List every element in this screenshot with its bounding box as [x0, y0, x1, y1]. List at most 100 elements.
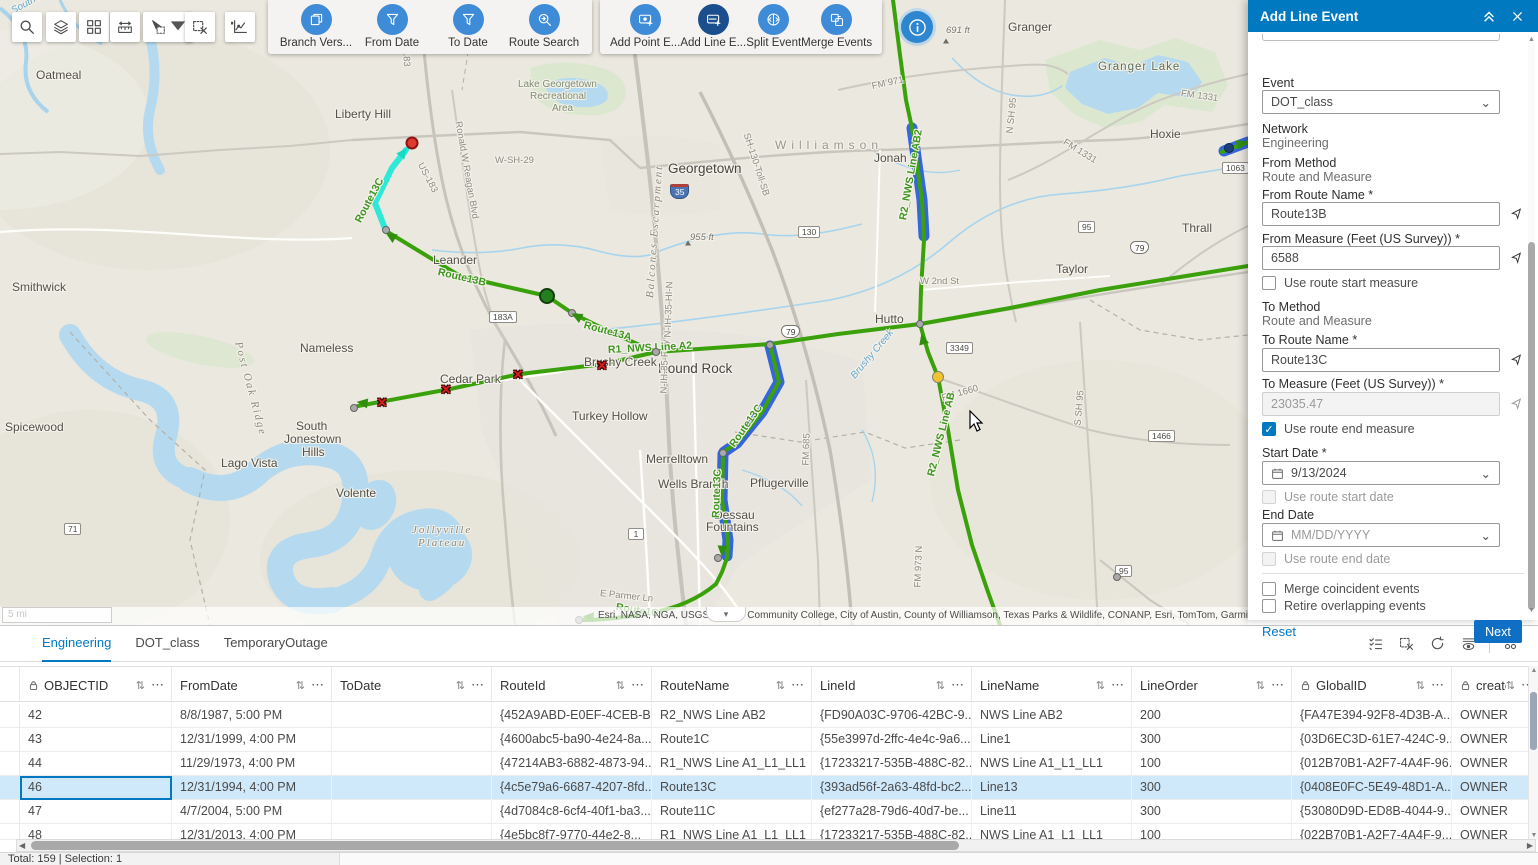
table-cell[interactable]: 12/31/1999, 4:00 PM [172, 728, 332, 752]
attribution-toggle[interactable]: ▾ [706, 607, 746, 622]
pick-measure-on-map-icon[interactable] [1506, 248, 1526, 268]
toolbar-button-add-point-e[interactable]: Add Point E... [610, 4, 680, 49]
table-cell[interactable]: 44 [20, 752, 172, 776]
table-vertical-scrollbar[interactable]: ▲ ▼ [1528, 666, 1538, 840]
table-cell[interactable]: OWNER [1452, 752, 1528, 776]
column-menu-icon[interactable]: ⋯ [951, 677, 965, 693]
info-button[interactable] [901, 11, 933, 43]
event-select[interactable]: DOT_class ⌄ [1262, 90, 1500, 114]
table-cell[interactable]: {4c5e79a6-6687-4207-8fd... [492, 776, 652, 800]
sort-icon[interactable]: ⇅ [1096, 679, 1105, 692]
scroll-left-icon[interactable]: ◀ [19, 841, 25, 850]
sort-icon[interactable]: ⇅ [136, 679, 145, 692]
column-header-lineorder[interactable]: LineOrder⇅⋯ [1132, 667, 1292, 703]
scroll-right-icon[interactable]: ▶ [1527, 841, 1533, 850]
sort-icon[interactable]: ⇅ [456, 679, 465, 692]
table-cell[interactable] [332, 704, 492, 728]
table-cell[interactable]: 43 [20, 728, 172, 752]
table-cell[interactable]: 12/31/1994, 4:00 PM [172, 776, 332, 800]
table-cell[interactable]: OWNER [1452, 704, 1528, 728]
table-cell[interactable]: {55e3997d-2ffc-4e4c-9a6... [812, 728, 972, 752]
toolbar-button-merge-events[interactable]: Merge Events [801, 4, 872, 49]
tab-dot_class[interactable]: DOT_class [135, 626, 199, 662]
table-cell[interactable]: {4e5bc8f7-9770-44e2-8... [492, 824, 652, 840]
table-cell[interactable]: {012B70B1-A2F7-4A4F-96... [1292, 752, 1452, 776]
column-header-todate[interactable]: ToDate⇅⋯ [332, 667, 492, 703]
table-cell[interactable]: {FA47E394-92F8-4D3B-A... [1292, 704, 1452, 728]
table-cell[interactable]: R1_NWS Line A1_L1_LL1 [652, 752, 812, 776]
toolbar-button-route-search[interactable]: Route Search [506, 4, 582, 49]
table-cell[interactable]: 12/31/2013, 4:00 PM [172, 824, 332, 840]
reset-button[interactable]: Reset [1262, 624, 1296, 639]
table-cell[interactable]: NWS Line AB2 [972, 704, 1132, 728]
sort-icon[interactable]: ⇅ [1506, 679, 1515, 692]
toolbar-button-from-date[interactable]: From Date [354, 4, 430, 49]
table-cell[interactable]: {ef277a28-79d6-40d7-be... [812, 800, 972, 824]
column-header-linename[interactable]: LineName⇅⋯ [972, 667, 1132, 703]
toolbar-button-add-line-e[interactable]: Add Line E... [680, 4, 746, 49]
table-cell[interactable]: {17233217-535B-488C-82... [812, 824, 972, 840]
from-route-input[interactable]: Route13B [1262, 202, 1500, 226]
table-row[interactable]: 474/7/2004, 5:00 PM{4d7084c8-6cf4-40f1-b… [0, 800, 1528, 824]
table-cell[interactable]: 42 [20, 704, 172, 728]
table-cell[interactable]: Line1 [972, 728, 1132, 752]
show-selection-button[interactable] [1362, 630, 1389, 657]
panel-scrollbar[interactable]: ▲ ▼ [1528, 36, 1535, 614]
column-menu-icon[interactable]: ⋯ [1431, 677, 1445, 693]
measure-tool-button[interactable] [110, 12, 140, 42]
column-header-lineid[interactable]: LineId⇅⋯ [812, 667, 972, 703]
table-cell[interactable]: {17233217-535B-488C-82... [812, 752, 972, 776]
table-cell[interactable]: 300 [1132, 800, 1292, 824]
table-cell[interactable]: 8/8/1987, 5:00 PM [172, 704, 332, 728]
column-header-create[interactable]: create⇅⋯ [1452, 667, 1528, 703]
layers-tool-button[interactable] [46, 12, 76, 42]
column-menu-icon[interactable]: ⋯ [471, 677, 485, 693]
column-menu-icon[interactable]: ⋯ [1271, 677, 1285, 693]
column-header-routename[interactable]: RouteName⇅⋯ [652, 667, 812, 703]
table-cell[interactable]: {4d7084c8-6cf4-40f1-ba3... [492, 800, 652, 824]
use-route-start-measure-checkbox[interactable]: Use route start measure [1262, 276, 1418, 290]
table-cell[interactable] [332, 800, 492, 824]
table-cell[interactable]: {393ad56f-2a63-48fd-bc2... [812, 776, 972, 800]
table-row[interactable]: 4812/31/2013, 4:00 PM{4e5bc8f7-9770-44e2… [0, 824, 1528, 840]
table-cell[interactable]: 4/7/2004, 5:00 PM [172, 800, 332, 824]
clear-graphics-tool-button[interactable] [185, 12, 215, 42]
sort-icon[interactable]: ⇅ [1256, 679, 1265, 692]
sort-icon[interactable]: ⇅ [776, 679, 785, 692]
sort-icon[interactable]: ⇅ [936, 679, 945, 692]
column-menu-icon[interactable]: ⋯ [311, 677, 325, 693]
table-cell[interactable]: Route11C [652, 800, 812, 824]
column-menu-icon[interactable]: ⋯ [1521, 677, 1528, 693]
table-cell[interactable]: {022B70B1-A2F7-4A4F-9... [1292, 824, 1452, 840]
column-menu-icon[interactable]: ⋯ [791, 677, 805, 693]
table-cell[interactable]: {4600abc5-ba90-4e24-8a... [492, 728, 652, 752]
table-cell[interactable]: NWS Line A1_L1_LL1 [972, 824, 1132, 840]
table-cell[interactable]: Line11 [972, 800, 1132, 824]
table-cell[interactable]: OWNER [1452, 728, 1528, 752]
table-cell[interactable]: 100 [1132, 752, 1292, 776]
table-cell[interactable]: {0408E0FC-5E49-48D1-A... [1292, 776, 1452, 800]
column-menu-icon[interactable]: ⋯ [1111, 677, 1125, 693]
table-cell[interactable]: 46 [20, 776, 172, 800]
table-cell[interactable]: 100 [1132, 824, 1292, 840]
next-button[interactable]: Next [1474, 620, 1522, 643]
close-icon[interactable] [1508, 7, 1526, 25]
sort-icon[interactable]: ⇅ [616, 679, 625, 692]
table-cell[interactable]: 200 [1132, 704, 1292, 728]
search-tool-button[interactable] [12, 12, 42, 42]
basemap-grid-tool-button[interactable] [79, 12, 109, 42]
table-row[interactable]: 428/8/1987, 5:00 PM{452A9ABD-E0EF-4CEB-B… [0, 704, 1528, 728]
column-header-fromdate[interactable]: FromDate⇅⋯ [172, 667, 332, 703]
table-cell[interactable]: Route13C [652, 776, 812, 800]
column-menu-icon[interactable]: ⋯ [151, 677, 165, 693]
table-cell[interactable]: 11/29/1973, 4:00 PM [172, 752, 332, 776]
start-date-input[interactable]: 9/13/2024 ⌄ [1262, 461, 1500, 485]
to-route-input[interactable]: Route13C [1262, 348, 1500, 372]
sort-icon[interactable]: ⇅ [296, 679, 305, 692]
profile-tool-tool-button[interactable] [225, 12, 255, 42]
scrollbar-thumb[interactable] [1528, 242, 1535, 610]
table-cell[interactable]: {FD90A03C-9706-42BC-9... [812, 704, 972, 728]
pick-route-on-map-icon[interactable] [1506, 204, 1526, 224]
column-header-globalid[interactable]: GlobalID⇅⋯ [1292, 667, 1452, 703]
table-cell[interactable]: NWS Line A1_L1_LL1 [972, 752, 1132, 776]
